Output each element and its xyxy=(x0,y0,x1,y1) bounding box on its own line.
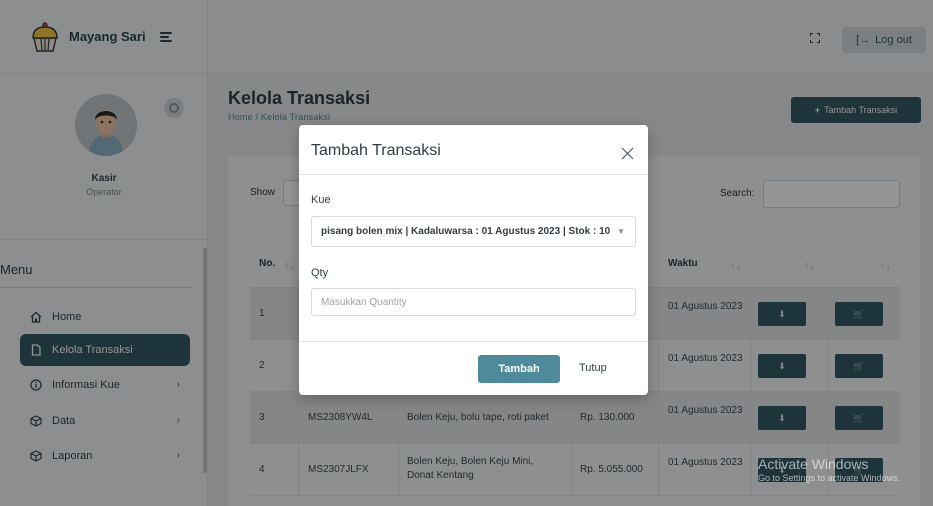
kue-selected-value: pisang bolen mix | Kadaluwarsa : 01 Agus… xyxy=(321,226,611,237)
watermark-title: Activate Windows xyxy=(758,456,869,472)
close-icon[interactable] xyxy=(621,147,634,160)
modal-title: Tambah Transaksi xyxy=(311,142,441,159)
qty-input[interactable] xyxy=(311,288,636,316)
chevron-down-icon: ▼ xyxy=(617,227,625,236)
kue-label: Kue xyxy=(311,194,331,206)
add-transaction-modal: Tambah Transaksi Kue pisang bolen mix | … xyxy=(299,125,648,395)
modal-footer: Tambah Tutup xyxy=(299,341,648,395)
kue-select[interactable]: pisang bolen mix | Kadaluwarsa : 01 Agus… xyxy=(311,216,636,247)
qty-label: Qty xyxy=(311,267,329,279)
activate-windows-watermark: Activate Windows Go to Settings to activ… xyxy=(758,456,900,483)
close-button[interactable]: Tutup xyxy=(579,362,607,374)
watermark-subtitle: Go to Settings to activate Windows. xyxy=(758,473,901,483)
modal-header: Tambah Transaksi xyxy=(299,125,648,175)
submit-button[interactable]: Tambah xyxy=(478,355,560,383)
